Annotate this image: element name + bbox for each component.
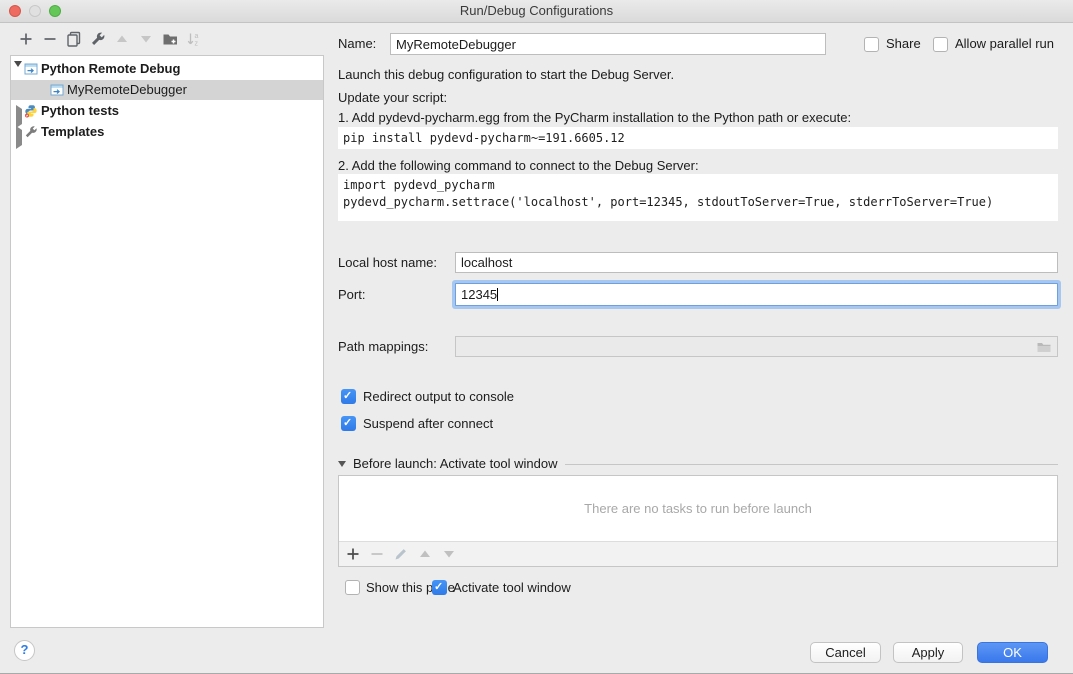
copy-configuration-icon[interactable] bbox=[66, 31, 82, 47]
activate-tool-window-label: Activate tool window bbox=[453, 580, 571, 596]
edit-defaults-wrench-icon[interactable] bbox=[90, 31, 106, 47]
activate-tool-window-checkbox[interactable] bbox=[432, 580, 447, 595]
apply-button[interactable]: Apply bbox=[893, 642, 963, 663]
window-title: Run/Debug Configurations bbox=[0, 0, 1073, 22]
svg-text:z: z bbox=[195, 41, 199, 48]
tree-item-python-tests[interactable]: Python tests bbox=[11, 101, 323, 121]
configurations-tree: Python Remote Debug MyRemoteDebugger Pyt… bbox=[10, 55, 324, 628]
templates-wrench-icon bbox=[24, 125, 38, 139]
configurations-toolbar: az bbox=[18, 31, 202, 47]
show-this-page-checkbox[interactable] bbox=[345, 580, 360, 595]
allow-parallel-run-label: Allow parallel run bbox=[955, 33, 1054, 54]
expander-expanded-icon[interactable] bbox=[14, 65, 24, 75]
add-configuration-icon[interactable] bbox=[18, 31, 34, 47]
step1-text: 1. Add pydevd-pycharm.egg from the PyCha… bbox=[338, 110, 851, 126]
cancel-button[interactable]: Cancel bbox=[810, 642, 881, 663]
remove-task-icon bbox=[369, 546, 385, 562]
tree-item-label: Python tests bbox=[41, 101, 119, 121]
tasks-toolbar bbox=[339, 541, 1057, 566]
expander-collapsed-icon[interactable] bbox=[14, 107, 24, 117]
add-task-icon[interactable] bbox=[345, 546, 361, 562]
new-folder-icon[interactable] bbox=[162, 31, 178, 47]
port-label: Port: bbox=[338, 284, 365, 305]
no-tasks-text: There are no tasks to run before launch bbox=[339, 476, 1057, 541]
local-host-input[interactable] bbox=[455, 252, 1058, 273]
name-input[interactable] bbox=[390, 33, 826, 55]
local-host-label: Local host name: bbox=[338, 252, 437, 273]
redirect-output-label: Redirect output to console bbox=[363, 389, 514, 405]
text-caret bbox=[497, 288, 498, 301]
redirect-output-checkbox[interactable] bbox=[341, 389, 356, 404]
minimize-window-icon bbox=[29, 5, 41, 17]
settrace-code-block: import pydevd_pycharm pydevd_pycharm.set… bbox=[338, 174, 1058, 221]
before-launch-header[interactable]: Before launch: Activate tool window bbox=[338, 456, 1058, 471]
move-task-up-icon bbox=[417, 546, 433, 562]
before-launch-tasks-box: There are no tasks to run before launch bbox=[338, 475, 1058, 567]
move-up-icon bbox=[114, 31, 130, 47]
help-button[interactable]: ? bbox=[14, 640, 35, 661]
pip-command-code: pip install pydevd-pycharm~=191.6605.12 bbox=[338, 127, 1058, 149]
tree-item-templates[interactable]: Templates bbox=[11, 122, 323, 142]
path-mappings-input[interactable] bbox=[455, 336, 1058, 357]
tree-item-python-remote-debug[interactable]: Python Remote Debug bbox=[11, 59, 323, 79]
tree-item-label: MyRemoteDebugger bbox=[67, 80, 187, 100]
tree-item-label: Templates bbox=[41, 122, 104, 142]
share-checkbox[interactable] bbox=[864, 37, 879, 52]
port-input[interactable]: 12345 bbox=[455, 283, 1058, 306]
close-window-icon[interactable] bbox=[9, 5, 21, 17]
suspend-after-connect-checkbox[interactable] bbox=[341, 416, 356, 431]
python-tests-icon bbox=[24, 104, 38, 118]
edit-task-pencil-icon bbox=[393, 546, 409, 562]
zoom-window-icon[interactable] bbox=[49, 5, 61, 17]
step2-text: 2. Add the following command to connect … bbox=[338, 158, 699, 174]
intro-text: Launch this debug configuration to start… bbox=[338, 67, 674, 83]
svg-text:a: a bbox=[195, 33, 199, 40]
remove-configuration-icon[interactable] bbox=[42, 31, 58, 47]
tree-item-label: Python Remote Debug bbox=[41, 59, 180, 79]
name-label: Name: bbox=[338, 33, 376, 54]
suspend-after-connect-label: Suspend after connect bbox=[363, 416, 493, 432]
code-line-import: import pydevd_pycharm bbox=[343, 177, 1053, 194]
browse-folder-icon[interactable] bbox=[1036, 339, 1052, 355]
titlebar: Run/Debug Configurations bbox=[0, 0, 1073, 23]
run-debug-configurations-dialog: Run/Debug Configurations az Python Remot… bbox=[0, 0, 1073, 674]
section-divider bbox=[565, 464, 1058, 465]
remote-debug-config-icon bbox=[24, 62, 38, 76]
path-mappings-label: Path mappings: bbox=[338, 336, 428, 357]
code-line-settrace: pydevd_pycharm.settrace('localhost', por… bbox=[343, 194, 1053, 211]
collapse-triangle-icon[interactable] bbox=[338, 461, 346, 467]
move-task-down-icon bbox=[441, 546, 457, 562]
remote-debug-config-icon bbox=[50, 83, 64, 97]
share-label: Share bbox=[886, 33, 921, 54]
allow-parallel-run-checkbox[interactable] bbox=[933, 37, 948, 52]
sort-alphabetically-icon: az bbox=[186, 31, 202, 47]
ok-button[interactable]: OK bbox=[977, 642, 1048, 663]
move-down-icon bbox=[138, 31, 154, 47]
update-script-text: Update your script: bbox=[338, 90, 447, 106]
tree-item-myremotedebugger[interactable]: MyRemoteDebugger bbox=[11, 80, 323, 100]
before-launch-title: Before launch: Activate tool window bbox=[353, 456, 558, 471]
expander-collapsed-icon[interactable] bbox=[14, 128, 24, 138]
